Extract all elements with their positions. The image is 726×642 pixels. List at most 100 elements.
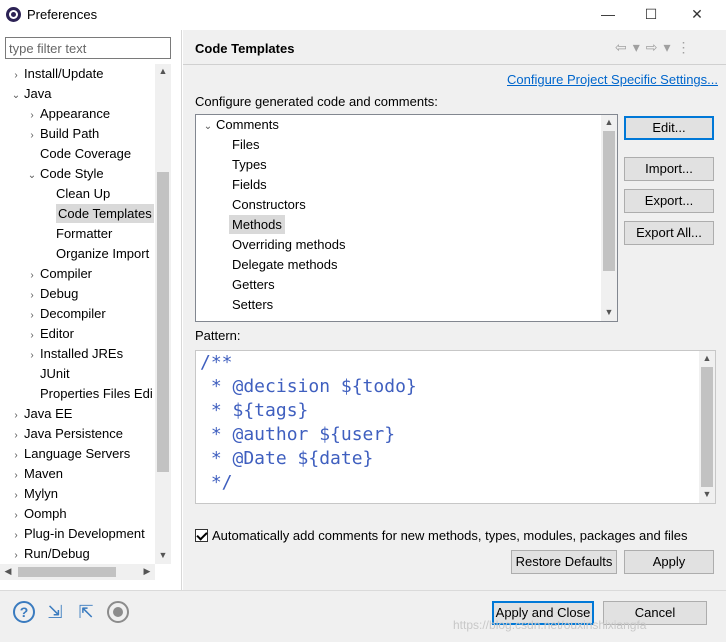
forward-arrow-icon[interactable]: ⇨: [646, 39, 658, 56]
tree-item-label: Formatter: [56, 226, 113, 241]
tree-item[interactable]: › Plug-in Development: [8, 524, 144, 546]
tree-item[interactable]: › Install/Update: [8, 64, 103, 86]
tree-item[interactable]: › Installed JREs: [24, 344, 123, 364]
tree-item[interactable]: › Java EE: [8, 404, 72, 424]
template-item[interactable]: Types: [216, 155, 267, 175]
template-item[interactable]: Delegate methods: [216, 255, 338, 275]
import-button[interactable]: Import...: [624, 157, 714, 181]
apply-button[interactable]: Apply: [624, 550, 714, 574]
tree-item[interactable]: › Compiler: [24, 264, 92, 284]
configure-project-settings-link[interactable]: Configure Project Specific Settings...: [507, 72, 718, 87]
forward-menu-icon[interactable]: ▾: [664, 39, 671, 56]
template-item[interactable]: Constructors: [216, 195, 306, 215]
collapsed-chevron-icon[interactable]: ›: [24, 266, 40, 286]
scroll-up-icon[interactable]: ▲: [155, 66, 171, 76]
collapsed-chevron-icon[interactable]: ›: [8, 546, 24, 564]
export-preferences-icon[interactable]: ⇱: [75, 601, 97, 623]
template-item[interactable]: Methods: [216, 215, 285, 235]
minimize-button[interactable]: —: [585, 2, 631, 26]
pattern-text[interactable]: /** * @decision ${todo} * ${tags} * @aut…: [200, 351, 417, 495]
tree-item[interactable]: › Debug: [24, 284, 78, 304]
scroll-up-icon[interactable]: ▲: [699, 353, 715, 363]
tree-item[interactable]: › Appearance: [24, 104, 110, 124]
tree-vertical-scrollbar[interactable]: ▲ ▼: [155, 64, 171, 564]
collapsed-chevron-icon[interactable]: ›: [24, 106, 40, 126]
collapsed-chevron-icon[interactable]: ›: [8, 66, 24, 86]
auto-comments-checkbox[interactable]: [195, 529, 208, 542]
pattern-scrollbar[interactable]: ▲ ▼: [699, 351, 715, 503]
view-menu-icon[interactable]: ⋮: [677, 39, 691, 56]
templates-scrollbar[interactable]: ▲ ▼: [601, 115, 617, 321]
export-button[interactable]: Export...: [624, 189, 714, 213]
collapsed-chevron-icon[interactable]: ›: [24, 346, 40, 366]
scroll-thumb[interactable]: [157, 172, 169, 472]
tree-item[interactable]: › Build Path: [24, 124, 99, 144]
back-arrow-icon[interactable]: ⇦: [615, 39, 627, 56]
tree-item[interactable]: › Language Servers: [8, 444, 130, 464]
expanded-chevron-icon[interactable]: ⌄: [200, 117, 216, 137]
tree-item[interactable]: › Decompiler: [24, 304, 105, 326]
collapsed-chevron-icon[interactable]: ›: [8, 426, 24, 446]
scroll-left-icon[interactable]: ◀: [0, 566, 16, 577]
tree-item-label: JUnit: [40, 366, 70, 381]
tree-item[interactable]: ⌄ Java: [8, 84, 52, 106]
filter-input[interactable]: [5, 37, 171, 59]
scroll-thumb[interactable]: [701, 367, 713, 487]
collapsed-chevron-icon[interactable]: ›: [24, 306, 40, 326]
tree-item[interactable]: › Java Persistence: [8, 424, 123, 444]
pattern-editor[interactable]: /** * @decision ${todo} * ${tags} * @aut…: [195, 350, 716, 504]
template-item[interactable]: Files: [216, 135, 259, 155]
template-item-label: Methods: [229, 215, 285, 234]
maximize-button[interactable]: ☐: [628, 2, 674, 26]
import-preferences-icon[interactable]: ⇲: [44, 601, 66, 623]
auto-comments-row[interactable]: Automatically add comments for new metho…: [195, 528, 687, 543]
collapsed-chevron-icon[interactable]: ›: [8, 406, 24, 426]
edit-button[interactable]: Edit...: [624, 116, 714, 140]
record-icon[interactable]: [107, 601, 129, 623]
window-title: Preferences: [27, 7, 98, 22]
tree-item[interactable]: Code Coverage: [24, 144, 131, 164]
tree-item[interactable]: › Mylyn: [8, 484, 58, 504]
scroll-right-icon[interactable]: ▶: [139, 566, 155, 577]
restore-defaults-button[interactable]: Restore Defaults: [511, 550, 617, 574]
scroll-down-icon[interactable]: ▼: [699, 489, 715, 499]
scroll-down-icon[interactable]: ▼: [601, 307, 617, 317]
tree-item[interactable]: › Maven: [8, 464, 63, 484]
collapsed-chevron-icon[interactable]: ›: [8, 506, 24, 526]
expanded-chevron-icon[interactable]: ⌄: [24, 166, 40, 186]
template-item[interactable]: ⌄ Comments: [200, 115, 279, 135]
tree-item[interactable]: JUnit: [24, 364, 70, 384]
help-icon[interactable]: ?: [13, 601, 35, 623]
scroll-down-icon[interactable]: ▼: [155, 550, 171, 560]
back-menu-icon[interactable]: ▾: [633, 39, 640, 56]
expanded-chevron-icon[interactable]: ⌄: [8, 86, 24, 106]
tree-item[interactable]: Organize Import: [40, 244, 149, 264]
tree-item-label: Mylyn: [24, 486, 58, 501]
collapsed-chevron-icon[interactable]: ›: [24, 126, 40, 146]
scroll-up-icon[interactable]: ▲: [601, 117, 617, 127]
tree-horizontal-scrollbar[interactable]: ◀ ▶: [0, 564, 155, 580]
export-all-button[interactable]: Export All...: [624, 221, 714, 245]
tree-item[interactable]: Code Templates: [40, 204, 154, 224]
tree-item[interactable]: › Run/Debug: [8, 544, 89, 564]
tree-item[interactable]: ⌄ Code Style: [24, 164, 104, 184]
collapsed-chevron-icon[interactable]: ›: [24, 326, 40, 346]
tree-item-label: Java: [24, 86, 52, 101]
collapsed-chevron-icon[interactable]: ›: [8, 446, 24, 466]
collapsed-chevron-icon[interactable]: ›: [24, 286, 40, 306]
template-item[interactable]: Getters: [216, 275, 275, 295]
tree-item[interactable]: › Editor: [24, 324, 74, 344]
tree-item[interactable]: › Oomph: [8, 504, 66, 526]
tree-item[interactable]: Properties Files Edi: [24, 384, 153, 404]
collapsed-chevron-icon[interactable]: ›: [8, 466, 24, 486]
tree-item[interactable]: Formatter: [40, 224, 112, 244]
close-button[interactable]: ✕: [674, 2, 720, 26]
scroll-thumb[interactable]: [603, 131, 615, 271]
collapsed-chevron-icon[interactable]: ›: [8, 526, 24, 546]
collapsed-chevron-icon[interactable]: ›: [8, 486, 24, 506]
template-item[interactable]: Fields: [216, 175, 267, 195]
template-item[interactable]: Overriding methods: [216, 235, 345, 255]
tree-item[interactable]: Clean Up: [40, 184, 110, 204]
template-item[interactable]: Setters: [216, 295, 273, 315]
scroll-thumb[interactable]: [18, 567, 116, 577]
